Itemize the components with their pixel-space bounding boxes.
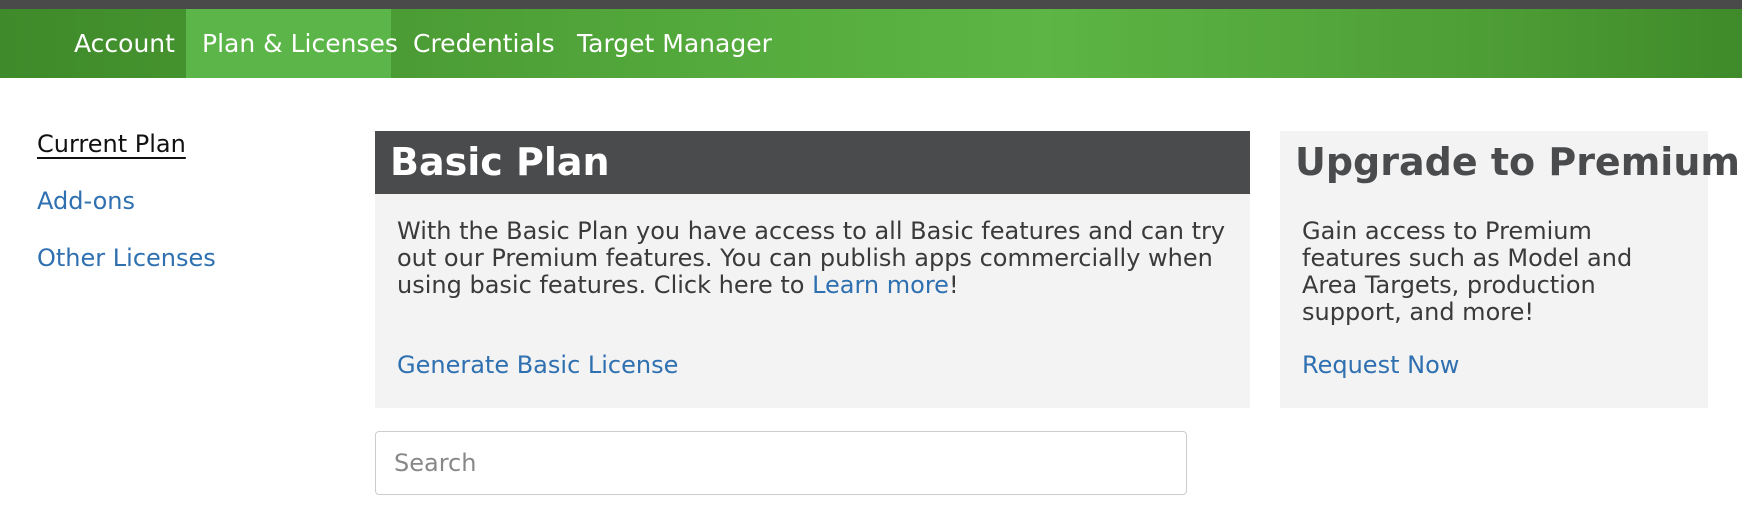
top-strip bbox=[0, 0, 1742, 9]
premium-title: Upgrade to Premium bbox=[1295, 140, 1740, 184]
search-input[interactable] bbox=[375, 431, 1187, 495]
nav-tab-target-manager[interactable]: Target Manager bbox=[561, 9, 788, 78]
top-navbar: Account Plan & Licenses Credentials Targ… bbox=[0, 9, 1742, 78]
basic-plan-description: With the Basic Plan you have access to a… bbox=[397, 218, 1232, 299]
generate-basic-license-link[interactable]: Generate Basic License bbox=[397, 351, 678, 379]
nav-tab-plan-licenses[interactable]: Plan & Licenses bbox=[186, 9, 398, 78]
sidebar-item-other-licenses[interactable]: Other Licenses bbox=[37, 244, 216, 272]
basic-plan-card: Basic Plan With the Basic Plan you have … bbox=[375, 131, 1250, 408]
premium-card: Upgrade to Premium Gain access to Premiu… bbox=[1280, 131, 1740, 408]
sidebar-item-add-ons[interactable]: Add-ons bbox=[37, 187, 135, 215]
nav-tab-account[interactable]: Account bbox=[58, 9, 191, 78]
premium-description: Gain access to Premium features such as … bbox=[1302, 217, 1633, 326]
nav-tab-credentials[interactable]: Credentials bbox=[397, 9, 571, 78]
sidebar-item-current-plan[interactable]: Current Plan bbox=[37, 130, 186, 158]
learn-more-link[interactable]: Learn more bbox=[812, 271, 949, 299]
request-now-link[interactable]: Request Now bbox=[1302, 351, 1459, 379]
basic-plan-description-end: ! bbox=[948, 271, 959, 299]
basic-plan-title: Basic Plan bbox=[375, 131, 1250, 194]
